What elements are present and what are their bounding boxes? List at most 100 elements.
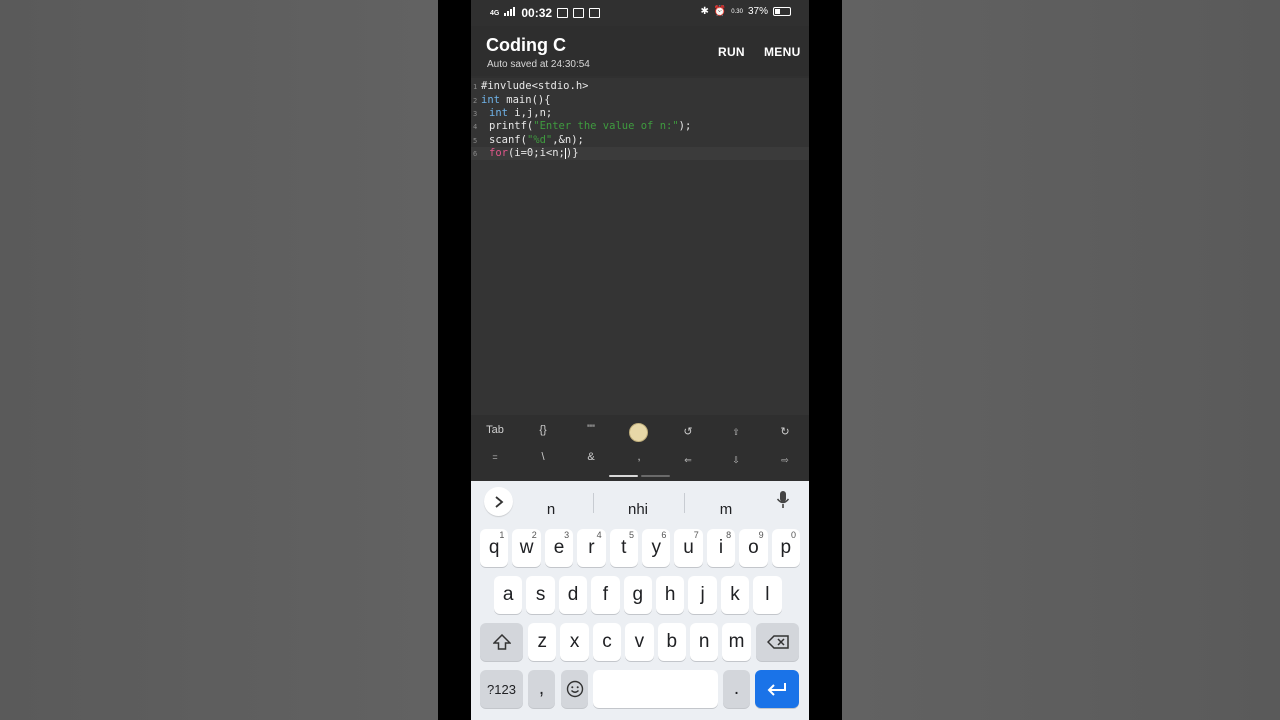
line-number: 6	[473, 150, 478, 158]
undo-icon[interactable]: ↺	[683, 425, 692, 438]
key-y[interactable]: y6	[642, 529, 671, 567]
key-w[interactable]: w2	[512, 529, 541, 567]
suggestion[interactable]: n	[547, 501, 555, 518]
code-line-active: 6 for(i=0;i<n;)}	[471, 147, 809, 160]
right-arrow-icon[interactable]: ⇨	[781, 455, 789, 466]
key-label: i	[718, 537, 724, 558]
toolbar-toggle-button[interactable]	[629, 423, 648, 442]
background-left	[0, 0, 438, 720]
battery-icon	[773, 7, 791, 16]
suggestion-divider	[593, 493, 594, 513]
code-line: 1 #invlude<stdio.h>	[471, 80, 809, 93]
key-hint: 9	[758, 530, 764, 540]
suggestion[interactable]: nhi	[628, 501, 648, 518]
code-text: #invlude<stdio.h>	[481, 80, 589, 92]
key-label: w	[519, 537, 534, 558]
bluetooth-icon: ✱	[700, 6, 709, 17]
code-text: int i,j,n;	[489, 107, 553, 119]
equals-key[interactable]: =	[492, 452, 497, 462]
symbols-key[interactable]: ?123	[480, 670, 523, 708]
line-number: 2	[473, 97, 478, 105]
shift-key[interactable]	[480, 623, 523, 661]
key-label: y	[651, 537, 661, 558]
down-arrow-icon[interactable]: ⇩	[732, 455, 740, 466]
key-v[interactable]: v	[625, 623, 654, 661]
key-h[interactable]: h	[656, 576, 685, 614]
code-editor[interactable]: 1 #invlude<stdio.h> 2 int main(){ 3 int …	[471, 78, 809, 415]
key-t[interactable]: t5	[609, 529, 638, 567]
key-label: t	[621, 537, 627, 558]
signal-icon	[504, 7, 516, 19]
key-hint: 0	[790, 530, 796, 540]
key-hint: 2	[531, 530, 537, 540]
key-s[interactable]: s	[526, 576, 555, 614]
key-label: p	[780, 537, 792, 558]
battery-percent: 37%	[747, 6, 768, 17]
phone-screen: 4G 00:32 ✱ ⏰ 0.30 37% Coding C Auto save…	[471, 0, 809, 720]
app-bar: Coding C Auto saved at 24:30:54 RUN MENU	[471, 26, 809, 76]
enter-key[interactable]	[755, 670, 799, 708]
cast-icon	[589, 8, 601, 18]
status-bar: 4G 00:32 ✱ ⏰ 0.30 37%	[471, 0, 809, 26]
key-z[interactable]: z	[528, 623, 557, 661]
page-indicator	[641, 475, 670, 477]
key-q[interactable]: q1	[480, 529, 509, 567]
key-g[interactable]: g	[623, 576, 652, 614]
run-button[interactable]: RUN	[718, 45, 745, 59]
key-p[interactable]: p0	[771, 529, 800, 567]
suggestion-divider	[684, 493, 685, 513]
chevron-right-icon[interactable]	[484, 487, 513, 516]
mic-icon[interactable]	[776, 490, 790, 515]
suggestion[interactable]: m	[720, 501, 733, 518]
key-label: q	[488, 537, 500, 558]
quotes-key[interactable]: ""	[587, 423, 595, 435]
ampersand-key[interactable]: &	[587, 451, 594, 463]
code-text: for(i=0;i<n;)}	[489, 147, 579, 159]
shift-icon[interactable]: ⇧	[732, 427, 740, 438]
space-bar[interactable]	[593, 670, 718, 708]
key-u[interactable]: u7	[674, 529, 703, 567]
key-m[interactable]: m	[722, 623, 751, 661]
key-b[interactable]: b	[657, 623, 686, 661]
backslash-key[interactable]: \	[541, 451, 544, 463]
key-l[interactable]: l	[753, 576, 782, 614]
period-key[interactable]: .	[723, 670, 750, 708]
key-label: u	[683, 537, 694, 558]
key-o[interactable]: o9	[739, 529, 768, 567]
key-hint: 3	[564, 530, 570, 540]
key-hint: 5	[628, 530, 634, 540]
key-c[interactable]: c	[592, 623, 622, 661]
key-f[interactable]: f	[591, 576, 620, 614]
alarm-icon: ⏰	[713, 6, 727, 17]
line-number: 1	[473, 83, 478, 91]
comma-key[interactable]: ,	[637, 451, 640, 463]
redo-icon[interactable]: ↻	[780, 425, 789, 438]
menu-button[interactable]: MENU	[764, 45, 801, 59]
backspace-key[interactable]	[756, 623, 799, 661]
code-text: scanf("%d",&n);	[489, 134, 584, 146]
tab-key[interactable]: Tab	[486, 424, 504, 436]
key-x[interactable]: x	[560, 623, 589, 661]
emoji-key[interactable]	[561, 670, 588, 708]
key-j[interactable]: j	[688, 576, 717, 614]
autosave-status: Auto saved at 24:30:54	[487, 59, 590, 70]
key-label: r	[588, 537, 595, 558]
line-number: 3	[473, 110, 478, 118]
page-indicator-active	[609, 475, 638, 477]
left-arrow-icon[interactable]: ⇐	[684, 455, 692, 466]
code-line: 4 printf("Enter the value of n:");	[471, 120, 809, 133]
key-e[interactable]: e3	[544, 529, 574, 567]
key-k[interactable]: k	[720, 576, 750, 614]
key-a[interactable]: a	[494, 576, 523, 614]
comma-key[interactable]: ,	[528, 670, 555, 708]
braces-key[interactable]: {}	[539, 424, 546, 436]
key-d[interactable]: d	[558, 576, 588, 614]
code-line: 3 int i,j,n;	[471, 107, 809, 120]
key-hint: 4	[596, 530, 602, 540]
code-text: printf("Enter the value of n:");	[489, 120, 692, 132]
key-n[interactable]: n	[690, 623, 719, 661]
key-r[interactable]: r4	[577, 529, 606, 567]
key-i[interactable]: i8	[706, 529, 736, 567]
line-number: 4	[473, 123, 478, 131]
code-line: 5 scanf("%d",&n);	[471, 134, 809, 147]
